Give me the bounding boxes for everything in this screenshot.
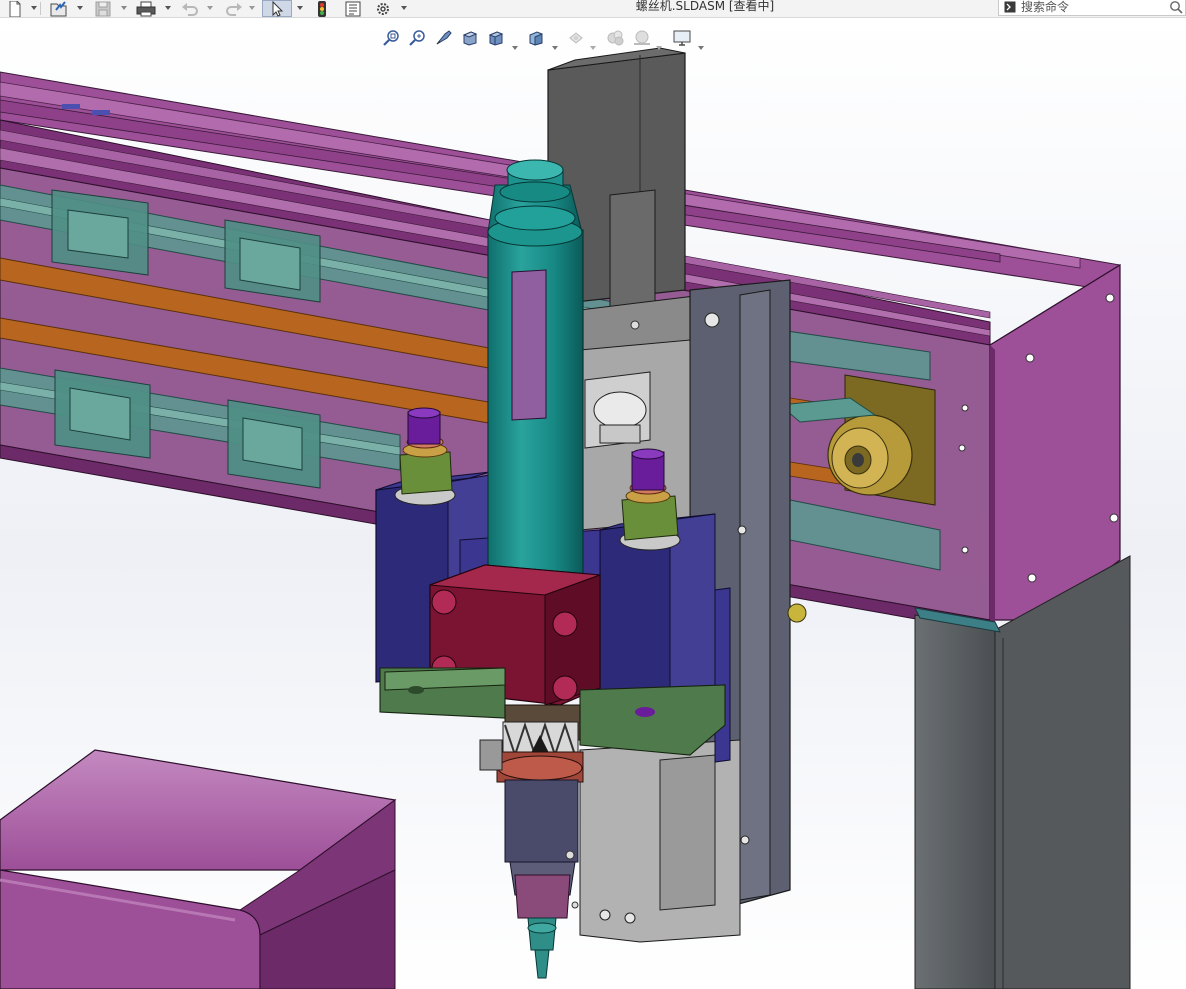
scene-icon bbox=[634, 30, 650, 45]
apply-scene-button[interactable] bbox=[632, 27, 652, 49]
undo-button[interactable] bbox=[180, 0, 200, 17]
hide-show-icon bbox=[569, 32, 583, 44]
apply-scene-dropdown[interactable] bbox=[656, 35, 662, 50]
chevron-down-icon bbox=[207, 6, 213, 10]
zoom-area-icon bbox=[409, 30, 425, 46]
redo-dropdown[interactable] bbox=[248, 2, 256, 14]
select-dropdown[interactable] bbox=[296, 2, 304, 14]
view-orientation-button[interactable] bbox=[486, 27, 506, 49]
redo-icon bbox=[226, 2, 242, 16]
hide-show-dropdown[interactable] bbox=[590, 35, 596, 50]
redo-button[interactable] bbox=[224, 0, 244, 17]
chevron-down-icon bbox=[31, 6, 37, 10]
chevron-down-icon bbox=[698, 46, 704, 50]
view-orientation-dropdown[interactable] bbox=[512, 35, 518, 50]
view-settings-dropdown[interactable] bbox=[698, 35, 704, 50]
chevron-down-icon bbox=[401, 6, 407, 10]
chevron-down-icon bbox=[552, 46, 558, 50]
chevron-down-icon bbox=[512, 46, 518, 50]
command-prompt-icon bbox=[1004, 1, 1016, 13]
undo-dropdown[interactable] bbox=[206, 2, 214, 14]
save-icon bbox=[95, 1, 111, 16]
options-dropdown[interactable] bbox=[400, 2, 408, 14]
new-document-dropdown[interactable] bbox=[30, 2, 38, 14]
support-post bbox=[914, 555, 1131, 989]
open-folder-icon bbox=[50, 0, 67, 16]
new-document-button[interactable] bbox=[6, 0, 24, 17]
view-orientation-icon bbox=[488, 31, 504, 46]
electric-screwdriver bbox=[487, 159, 584, 598]
zoom-to-area-button[interactable] bbox=[408, 27, 428, 49]
open-dropdown[interactable] bbox=[76, 2, 84, 14]
zoom-to-fit-button[interactable] bbox=[382, 27, 402, 49]
graphics-area[interactable] bbox=[0, 18, 1186, 989]
save-button[interactable] bbox=[92, 0, 114, 17]
toolbar-separator bbox=[40, 2, 41, 15]
chevron-down-icon bbox=[297, 6, 303, 10]
section-view-icon bbox=[462, 31, 478, 46]
monitor-icon bbox=[673, 30, 691, 46]
display-style-icon bbox=[529, 31, 543, 46]
select-button[interactable] bbox=[262, 0, 292, 17]
zoom-fit-icon bbox=[383, 30, 399, 46]
save-dropdown[interactable] bbox=[120, 2, 128, 14]
search-icon[interactable] bbox=[1169, 0, 1183, 14]
previous-view-button[interactable] bbox=[434, 27, 454, 49]
print-dropdown[interactable] bbox=[164, 2, 172, 14]
chevron-down-icon bbox=[77, 6, 83, 10]
gear-icon bbox=[377, 2, 389, 15]
new-document-icon bbox=[9, 0, 21, 17]
chevron-down-icon bbox=[656, 46, 662, 50]
hide-show-items-button[interactable] bbox=[566, 27, 586, 49]
undo-icon bbox=[182, 2, 198, 16]
chevron-down-icon bbox=[249, 6, 255, 10]
chevron-down-icon bbox=[590, 46, 596, 50]
printer-icon bbox=[136, 1, 156, 16]
top-toolbar: 螺丝机.SLDASM [查看中] bbox=[0, 0, 1186, 18]
cursor-icon bbox=[272, 0, 284, 17]
model-view bbox=[0, 18, 1186, 989]
file-properties-icon bbox=[345, 1, 361, 16]
open-button[interactable] bbox=[48, 0, 70, 17]
traffic-light-icon bbox=[318, 0, 326, 17]
appearance-icon bbox=[607, 30, 624, 46]
chevron-down-icon bbox=[165, 6, 171, 10]
display-style-dropdown[interactable] bbox=[552, 35, 558, 50]
solidworks-window: 螺丝机.SLDASM [查看中] bbox=[0, 0, 1186, 989]
print-button[interactable] bbox=[134, 0, 158, 17]
document-title: 螺丝机.SLDASM [查看中] bbox=[635, 0, 775, 13]
display-style-button[interactable] bbox=[526, 27, 546, 49]
previous-view-icon bbox=[436, 30, 452, 45]
chevron-down-icon bbox=[121, 6, 127, 10]
view-settings-button[interactable] bbox=[672, 27, 692, 49]
search-input[interactable] bbox=[1021, 0, 1161, 15]
rebuild-button[interactable] bbox=[312, 0, 332, 17]
section-view-button[interactable] bbox=[460, 27, 480, 49]
edit-appearance-button[interactable] bbox=[606, 27, 626, 49]
options-button[interactable] bbox=[372, 0, 394, 17]
search-commands-box[interactable] bbox=[998, 0, 1186, 16]
file-properties-button[interactable] bbox=[342, 0, 364, 17]
